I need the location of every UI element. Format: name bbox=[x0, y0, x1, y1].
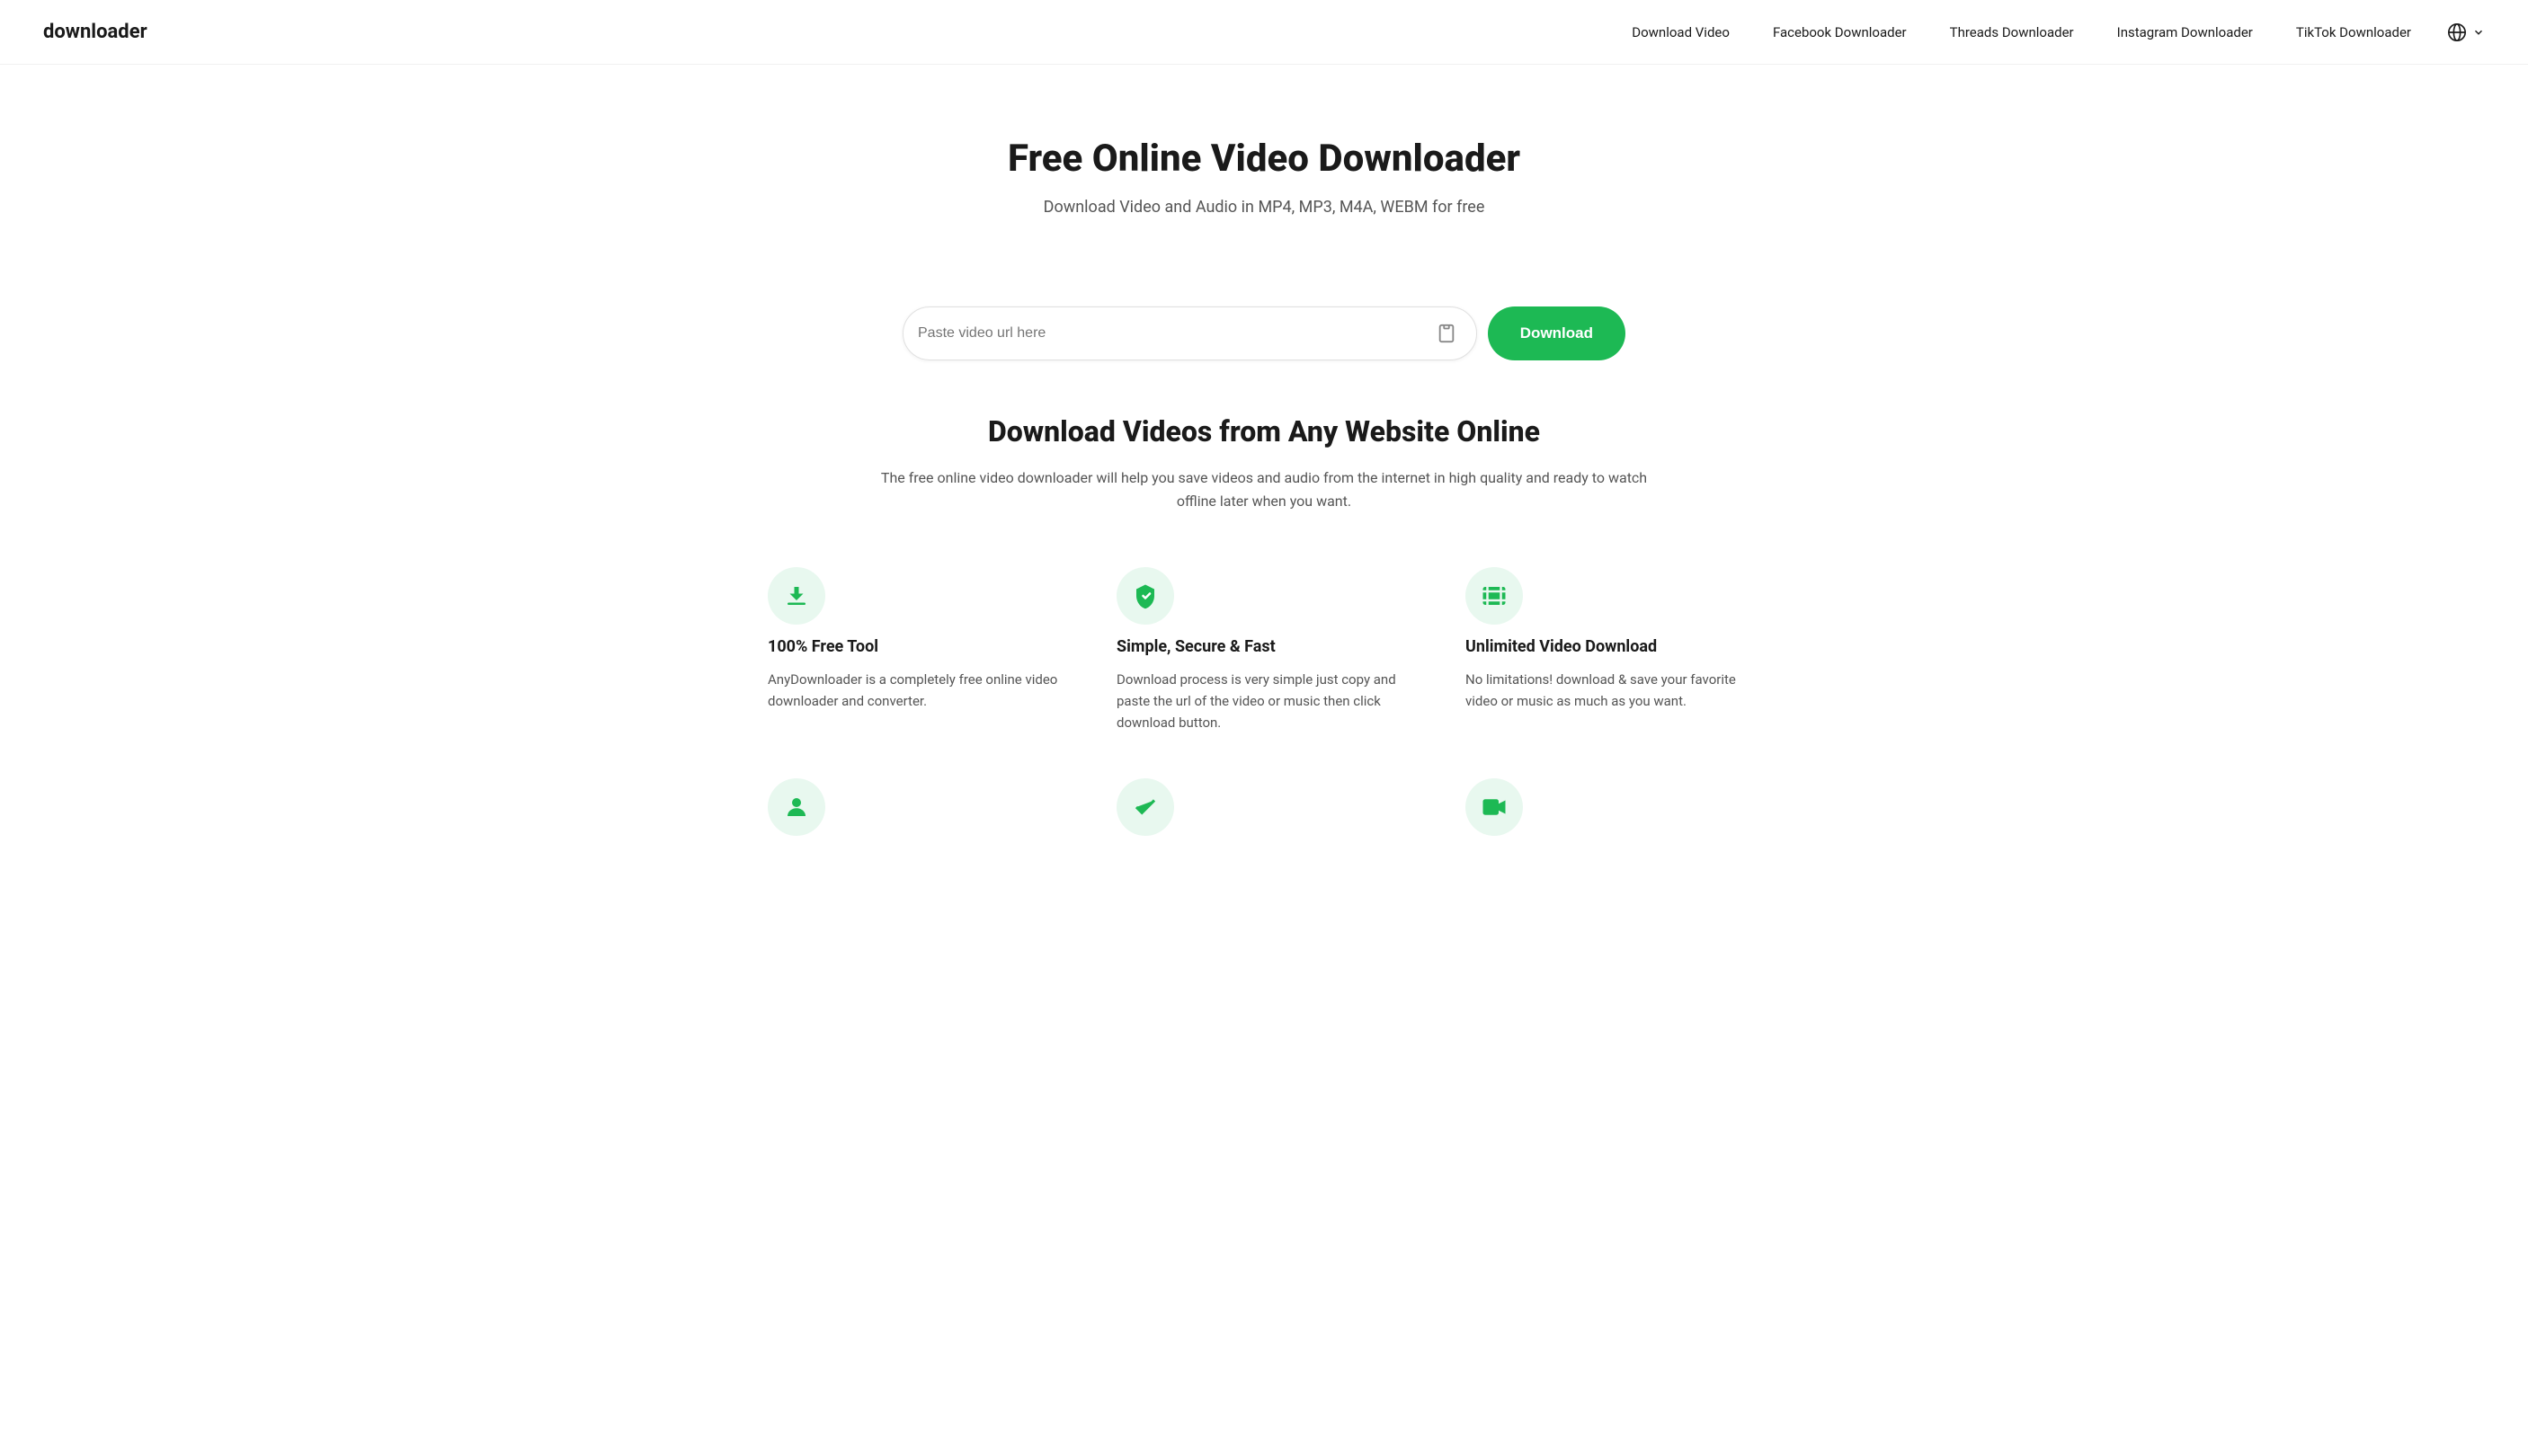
brand-logo[interactable]: downloader bbox=[43, 21, 147, 43]
simple-secure-icon-wrap bbox=[1117, 567, 1174, 625]
navbar: downloader Download Video Facebook Downl… bbox=[0, 0, 2528, 65]
nav-item-threads[interactable]: Threads Downloader bbox=[1950, 23, 2074, 40]
feature-video-partial bbox=[1465, 778, 1760, 836]
feature-free-tool-title: 100% Free Tool bbox=[768, 637, 1063, 656]
film-icon bbox=[1481, 582, 1508, 609]
unlimited-icon-wrap bbox=[1465, 567, 1523, 625]
language-selector[interactable] bbox=[2447, 22, 2485, 42]
nav-item-tiktok[interactable]: TikTok Downloader bbox=[2296, 23, 2411, 40]
feature-check-partial bbox=[1117, 778, 1411, 836]
feature-unlimited-desc: No limitations! download & save your fav… bbox=[1465, 669, 1760, 712]
nav-link-threads[interactable]: Threads Downloader bbox=[1950, 24, 2074, 40]
nav-item-instagram[interactable]: Instagram Downloader bbox=[2117, 23, 2253, 40]
nav-link-download-video[interactable]: Download Video bbox=[1632, 24, 1730, 40]
download-button[interactable]: Download bbox=[1488, 306, 1625, 360]
nav-item-facebook[interactable]: Facebook Downloader bbox=[1773, 23, 1907, 40]
check-icon bbox=[1132, 794, 1159, 821]
nav-link-facebook[interactable]: Facebook Downloader bbox=[1773, 24, 1907, 40]
feature-unlimited: Unlimited Video Download No limitations!… bbox=[1465, 567, 1760, 733]
hero-section: Free Online Video Downloader Download Vi… bbox=[859, 65, 1669, 306]
hero-title: Free Online Video Downloader bbox=[903, 137, 1625, 182]
clipboard-button[interactable] bbox=[1431, 318, 1462, 349]
chevron-down-icon bbox=[2472, 26, 2485, 39]
feature-free-tool-desc: AnyDownloader is a completely free onlin… bbox=[768, 669, 1063, 712]
features-bottom-row bbox=[768, 778, 1760, 872]
feature-user-partial bbox=[768, 778, 1063, 836]
globe-icon bbox=[2447, 22, 2467, 42]
check-icon-wrap bbox=[1117, 778, 1174, 836]
feature-simple-secure: Simple, Secure & Fast Download process i… bbox=[1117, 567, 1411, 733]
nav-link-instagram[interactable]: Instagram Downloader bbox=[2117, 24, 2253, 40]
video-icon-wrap bbox=[1465, 778, 1523, 836]
video-camera-icon bbox=[1481, 794, 1508, 821]
feature-unlimited-title: Unlimited Video Download bbox=[1465, 637, 1760, 656]
nav-links: Download Video Facebook Downloader Threa… bbox=[1632, 23, 2411, 40]
feature-simple-secure-title: Simple, Secure & Fast bbox=[1117, 637, 1411, 656]
features-grid: 100% Free Tool AnyDownloader is a comple… bbox=[768, 567, 1760, 733]
search-container: Download bbox=[859, 306, 1669, 360]
user-icon bbox=[783, 794, 810, 821]
shield-icon bbox=[1132, 582, 1159, 609]
feature-simple-secure-desc: Download process is very simple just cop… bbox=[1117, 669, 1411, 733]
features-title: Download Videos from Any Website Online bbox=[768, 414, 1760, 448]
free-tool-icon-wrap bbox=[768, 567, 825, 625]
clipboard-icon bbox=[1437, 324, 1456, 343]
user-icon-wrap bbox=[768, 778, 825, 836]
download-icon bbox=[783, 582, 810, 609]
feature-free-tool: 100% Free Tool AnyDownloader is a comple… bbox=[768, 567, 1063, 733]
features-section: Download Videos from Any Website Online … bbox=[725, 414, 1803, 871]
features-description: The free online video downloader will he… bbox=[859, 466, 1669, 512]
url-input[interactable] bbox=[918, 325, 1431, 342]
hero-subtitle: Download Video and Audio in MP4, MP3, M4… bbox=[903, 198, 1625, 217]
search-wrapper bbox=[903, 306, 1477, 360]
nav-item-download-video[interactable]: Download Video bbox=[1632, 23, 1730, 40]
nav-link-tiktok[interactable]: TikTok Downloader bbox=[2296, 24, 2411, 40]
